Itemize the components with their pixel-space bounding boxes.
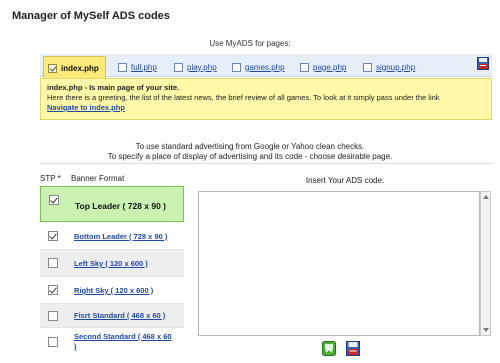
tab-checkbox[interactable] [363, 62, 372, 72]
page-info-box: index.php - Is main page of your site. H… [40, 78, 492, 120]
banner-row[interactable]: Fisrt Standard ( 468 x 60 ) [40, 304, 184, 328]
info-description: Here there is a greeting, the list of th… [47, 93, 440, 102]
tab-games[interactable]: games.php [232, 58, 285, 76]
col-header-format: Banner Format [71, 174, 125, 183]
stp-checkbox[interactable] [48, 311, 58, 321]
tab-checkbox[interactable] [174, 62, 183, 72]
banner-label[interactable]: Bottom Leader ( 728 x 90 ) [74, 232, 167, 242]
divider [40, 163, 492, 164]
tab-page[interactable]: page.php [300, 58, 346, 76]
apply-icon[interactable] [322, 341, 336, 356]
tab-label: index.php [61, 63, 99, 73]
tab-checkbox[interactable] [232, 62, 241, 72]
tab-checkbox[interactable] [48, 63, 57, 73]
tab-label: games.php [245, 62, 285, 72]
stp-checkbox[interactable] [48, 231, 58, 241]
banner-label[interactable]: Second Standard ( 468 x 60 ) [74, 332, 174, 352]
tab-index[interactable]: index.php [43, 56, 106, 79]
tab-label: full.php [131, 62, 157, 72]
banner-label[interactable]: Top Leader ( 728 x 90 ) [75, 201, 166, 211]
textarea-scrollbar[interactable] [480, 191, 491, 336]
tab-label: page.php [313, 62, 347, 72]
tab-checkbox[interactable] [118, 62, 127, 72]
stp-checkbox[interactable] [49, 195, 59, 205]
stp-checkbox[interactable] [48, 258, 58, 268]
page-title: Manager of MySelf ADS codes [12, 10, 170, 22]
navigate-link[interactable]: Navigate to index.php [47, 103, 125, 112]
banner-label[interactable]: Fisrt Standard ( 468 x 60 ) [74, 311, 165, 321]
info-heading: - Is main page of your site. [82, 83, 180, 92]
banner-row[interactable]: Left Sky ( 120 x 600 ) [40, 250, 184, 277]
ads-code-textarea[interactable] [198, 191, 480, 336]
tab-checkbox[interactable] [300, 62, 309, 72]
tab-full[interactable]: full.php [118, 58, 157, 76]
banner-row[interactable]: Second Standard ( 468 x 60 ) [40, 328, 184, 358]
note-line-1: To use standard advertising from Google … [135, 142, 365, 151]
insert-code-label: Insert Your ADS code: [305, 176, 385, 185]
scroll-up-icon[interactable] [483, 195, 489, 199]
tab-label: signup.php [376, 62, 416, 72]
col-header-stp: STP * [40, 174, 61, 183]
banner-label[interactable]: Right Sky ( 120 x 600 ) [74, 286, 153, 296]
floppy-disk-icon[interactable] [346, 341, 360, 356]
floppy-disk-icon[interactable] [477, 57, 489, 70]
stp-checkbox[interactable] [48, 285, 58, 295]
banner-row[interactable]: Right Sky ( 120 x 600 ) [40, 277, 184, 304]
banner-label[interactable]: Left Sky ( 120 x 600 ) [74, 259, 148, 269]
page-tabs: index.php full.php play.php games.php pa… [40, 54, 492, 79]
note-line-2: To specify a place of display of adverti… [107, 152, 393, 161]
info-page-name: index.php [47, 83, 83, 92]
tab-signup[interactable]: signup.php [363, 58, 415, 76]
banner-row[interactable]: Top Leader ( 728 x 90 ) [40, 186, 184, 222]
stp-checkbox[interactable] [48, 337, 58, 347]
use-myads-label: Use MyADS for pages: [209, 39, 291, 48]
tab-label: play.php [187, 62, 217, 72]
tab-play[interactable]: play.php [174, 58, 217, 76]
banner-row[interactable]: Bottom Leader ( 728 x 90 ) [40, 223, 184, 250]
scroll-down-icon[interactable] [483, 328, 489, 332]
